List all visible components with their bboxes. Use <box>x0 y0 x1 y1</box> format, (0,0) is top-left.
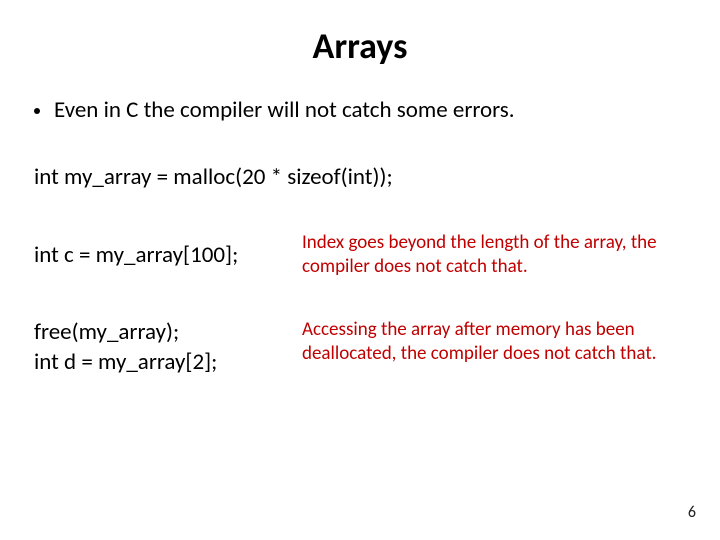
code-use-after-free: free(my_array); int d = my_array[2]; <box>34 318 302 378</box>
bullet-item: Even in C the compiler will not catch so… <box>34 96 686 125</box>
bullet-dot-icon <box>34 108 40 114</box>
code-line-free: free(my_array); <box>34 318 302 348</box>
slide-title: Arrays <box>34 24 686 68</box>
bullet-text: Even in C the compiler will not catch so… <box>54 96 515 125</box>
code-line-malloc: int my_array = malloc(20 * sizeof(int)); <box>34 163 686 191</box>
example-row-2: free(my_array); int d = my_array[2]; Acc… <box>34 318 686 378</box>
example-row-1: int c = my_array[100]; Index goes beyond… <box>34 231 686 279</box>
slide: Arrays Even in C the compiler will not c… <box>0 0 720 540</box>
note-use-after-free: Accessing the array after memory has bee… <box>302 318 686 366</box>
code-line-access-after-free: int d = my_array[2]; <box>34 348 302 378</box>
note-index-out-of-bounds: Index goes beyond the length of the arra… <box>302 231 686 279</box>
code-index-out-of-bounds: int c = my_array[100]; <box>34 231 302 271</box>
page-number: 6 <box>688 503 696 522</box>
